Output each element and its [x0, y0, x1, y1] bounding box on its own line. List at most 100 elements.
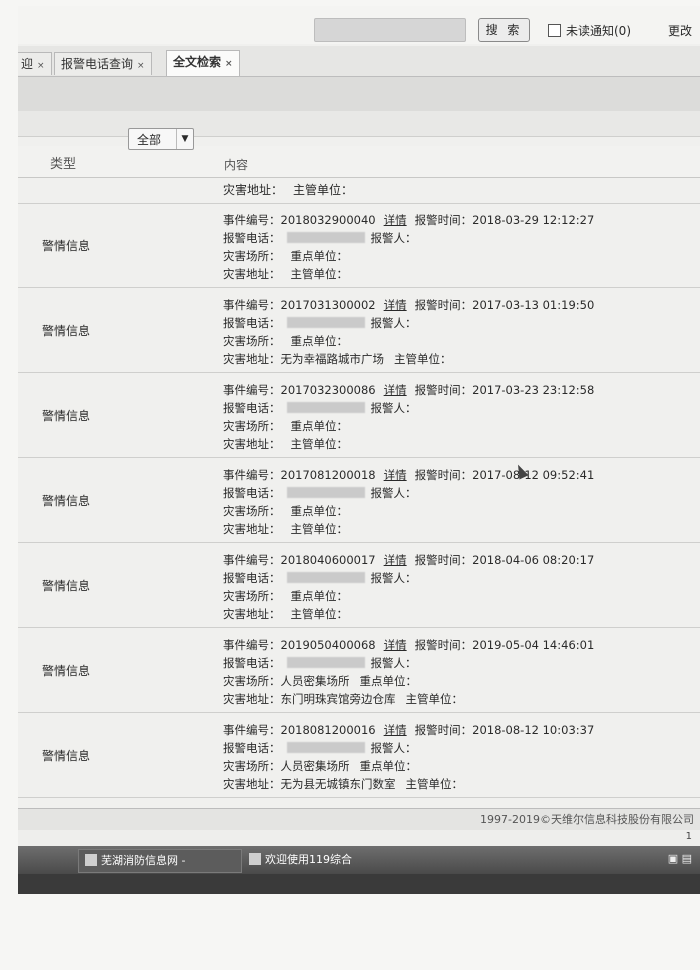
address-value: 东门明珠宾馆旁边仓库: [280, 692, 396, 706]
alarm-time-label: 报警时间：: [414, 723, 473, 737]
event-no-value: 2019050400068: [280, 638, 376, 652]
redacted-phone: [286, 487, 365, 498]
key-unit-label: 重点单位：: [290, 504, 349, 518]
system-tray[interactable]: ▣ ▤: [668, 852, 692, 865]
key-unit-label: 重点单位：: [359, 674, 418, 688]
place-label: 灾害场所：: [223, 759, 281, 773]
address-label: 灾害地址：: [223, 183, 284, 197]
event-no-value: 2018032900040: [280, 213, 376, 227]
checkbox-icon[interactable]: [548, 24, 561, 37]
reporter-label: 报警人：: [370, 316, 417, 330]
filter-band: [18, 111, 700, 137]
address-line: 灾害地址： 主管单位：: [223, 435, 693, 453]
phone-label: 报警电话：: [223, 316, 281, 330]
window-icon: [85, 854, 97, 866]
row-info: 事件编号：2017032300086 详情 报警时间：2017-03-23 23:1…: [223, 381, 693, 453]
close-icon[interactable]: ×: [137, 61, 145, 71]
place-line: 灾害场所：人员密集场所 重点单位：: [223, 672, 693, 690]
column-header-type: 类型: [50, 157, 77, 172]
detail-link[interactable]: 详情: [384, 468, 407, 482]
address-label: 灾害地址：: [223, 777, 281, 791]
place-label: 灾害场所：: [223, 674, 281, 688]
phone-line: 报警电话： 报警人：: [223, 739, 693, 757]
type-filter-select[interactable]: 全部 ▼: [128, 128, 194, 150]
table-row: 警情信息 事件编号：2017081200018 详情 报警时间：2017-08-12 …: [18, 458, 700, 543]
close-icon[interactable]: ×: [225, 59, 233, 69]
tray-indicator: 1: [685, 831, 692, 842]
detail-link[interactable]: 详情: [384, 638, 407, 652]
place-value: 人员密集场所: [280, 674, 350, 688]
event-line: 事件编号：2017081200018 详情 报警时间：2017-08-12 09:5…: [223, 462, 693, 484]
taskbar-item-119-system[interactable]: 欢迎使用119综合: [243, 849, 435, 871]
detail-link[interactable]: 详情: [384, 553, 407, 567]
row-info: 事件编号：2017081200018 详情 报警时间：2017-08-12 09:5…: [223, 462, 693, 538]
tab-fulltext-search[interactable]: 全文检索 ×: [166, 50, 240, 76]
address-line: 灾害地址： 主管单位：: [223, 520, 693, 538]
chevron-down-icon[interactable]: ▼: [176, 129, 193, 149]
event-line: 事件编号：2017032300086 详情 报警时间：2017-03-23 23:1…: [223, 381, 693, 399]
table-row: 警情信息 事件编号：2018032900040 详情 报警时间：2018-03-29 …: [18, 203, 700, 288]
tab-bar: 迎 × 报警电话查询 × 全文检索 ×: [18, 46, 700, 77]
table-row: 警情信息 事件编号：2017031300002 详情 报警时间：2017-03-13 …: [18, 288, 700, 373]
event-no-value: 2018040600017: [280, 553, 376, 567]
row-info: 事件编号：2018040600017 详情 报警时间：2018-04-06 08:2…: [223, 551, 693, 623]
phone-line: 报警电话： 报警人：: [223, 314, 693, 332]
redacted-phone: [286, 317, 365, 328]
detail-link[interactable]: 详情: [384, 723, 407, 737]
taskbar-item-label: 芜湖消防信息网 -: [101, 854, 186, 867]
screen-bottom-edge: [18, 874, 700, 894]
event-no-value: 2018081200016: [280, 723, 376, 737]
unit-label: 主管单位：: [293, 183, 354, 197]
row-info: 事件编号：2017031300002 详情 报警时间：2017-03-13 01:1…: [223, 296, 693, 368]
row-type: 警情信息: [42, 494, 91, 508]
place-label: 灾害场所：: [223, 249, 281, 263]
table-row: 警情信息 事件编号：2017032300086 详情 报警时间：2017-03-23 …: [18, 373, 700, 458]
phone-line: 报警电话： 报警人：: [223, 484, 693, 502]
address-label: 灾害地址：: [223, 522, 281, 536]
detail-link[interactable]: 详情: [384, 383, 407, 397]
address-label: 灾害地址：: [223, 267, 281, 281]
close-icon[interactable]: ×: [37, 61, 45, 71]
event-no-value: 2017032300086: [280, 383, 376, 397]
phone-label: 报警电话：: [223, 656, 281, 670]
table-row: 灾害地址： 主管单位：: [18, 177, 700, 204]
place-line: 灾害场所： 重点单位：: [223, 587, 693, 605]
place-label: 灾害场所：: [223, 504, 281, 518]
place-label: 灾害场所：: [223, 419, 281, 433]
reporter-label: 报警人：: [370, 656, 417, 670]
more-link[interactable]: 更改: [668, 22, 692, 39]
unread-notice[interactable]: 未读通知(0): [548, 22, 631, 39]
reporter-label: 报警人：: [370, 741, 417, 755]
redacted-phone: [286, 402, 365, 413]
search-button[interactable]: 搜 索: [478, 18, 530, 42]
address-label: 灾害地址：: [223, 352, 281, 366]
row-line-address: 灾害地址： 主管单位：: [223, 181, 353, 199]
place-value: 人员密集场所: [280, 759, 350, 773]
mgr-unit-label: 主管单位：: [290, 267, 349, 281]
search-input[interactable]: [314, 18, 466, 42]
event-no-label: 事件编号：: [223, 383, 281, 397]
event-line: 事件编号：2017031300002 详情 报警时间：2017-03-13 01:1…: [223, 296, 693, 314]
tab-welcome[interactable]: 迎 ×: [18, 52, 52, 75]
row-info: 事件编号：2018081200016 详情 报警时间：2018-08-12 10:0…: [223, 721, 693, 793]
detail-link[interactable]: 详情: [384, 213, 407, 227]
row-info: 事件编号：2019050400068 详情 报警时间：2019-05-04 14:4…: [223, 636, 693, 708]
place-label: 灾害场所：: [223, 589, 281, 603]
copyright-text: 1997-2019©天维尔信息科技股份有限公司: [480, 813, 694, 826]
table-header: 类型 内容: [18, 146, 700, 178]
app-window: 搜 索 未读通知(0) 更改 迎 × 报警电话查询 × 全文检索 × 类型 内容 全部…: [18, 6, 700, 894]
redacted-phone: [286, 232, 365, 243]
tab-alarm-phone-query[interactable]: 报警电话查询 ×: [54, 52, 152, 75]
reporter-label: 报警人：: [370, 401, 417, 415]
mgr-unit-label: 主管单位：: [290, 607, 349, 621]
detail-link[interactable]: 详情: [384, 298, 407, 312]
row-type: 警情信息: [42, 324, 91, 338]
alarm-time-label: 报警时间：: [414, 468, 473, 482]
address-line: 灾害地址：无为县无城镇东门数室 主管单位：: [223, 775, 693, 793]
taskbar-item-fire-info-web[interactable]: 芜湖消防信息网 -: [78, 849, 242, 873]
alarm-time-label: 报警时间：: [414, 383, 473, 397]
status-area: 1: [18, 830, 700, 846]
event-no-label: 事件编号：: [223, 723, 281, 737]
mgr-unit-label: 主管单位：: [394, 352, 452, 366]
table-row: 警情信息 事件编号：2018040600017 详情 报警时间：2018-04-06 …: [18, 543, 700, 628]
